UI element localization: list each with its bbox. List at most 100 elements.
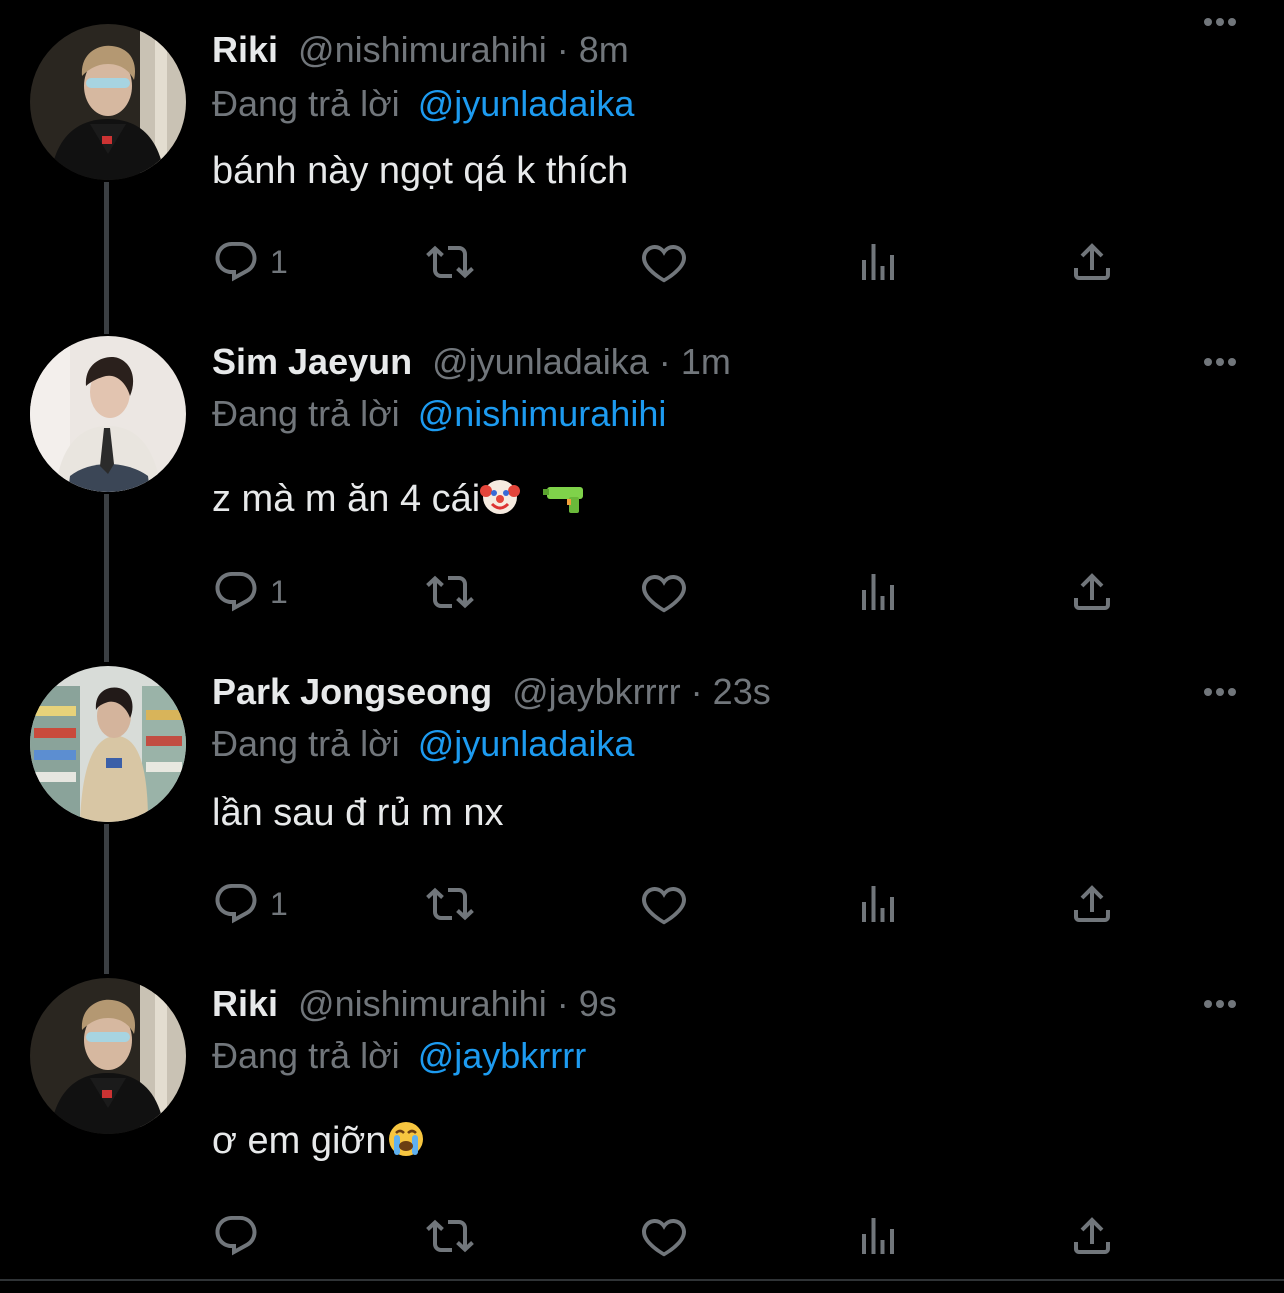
replying-to-label: Đang trả lời (212, 1035, 400, 1076)
reply-count: 1 (270, 573, 288, 610)
avatar[interactable] (30, 24, 186, 180)
like-button[interactable] (640, 236, 688, 288)
separator-dot: · (658, 341, 671, 382)
reply-icon (215, 572, 257, 612)
riki-avatar-image (30, 978, 186, 1134)
timestamp[interactable]: 9s (579, 983, 617, 1024)
like-button[interactable] (640, 566, 688, 618)
mention-link[interactable]: @jyunladaika (418, 83, 635, 124)
user-handle[interactable]: @nishimurahihi (298, 983, 547, 1024)
timestamp[interactable]: 1m (681, 341, 731, 382)
views-button[interactable] (854, 566, 902, 618)
tweet-text-container: z mà m ăn 4 cái (212, 476, 587, 528)
share-button[interactable] (1068, 236, 1116, 288)
views-button[interactable] (854, 878, 902, 930)
views-button[interactable] (854, 236, 902, 288)
reply-button[interactable]: 1 (212, 236, 288, 288)
tweet-header: Park Jongseong @jaybkrrrr · 23s (212, 670, 771, 714)
user-handle[interactable]: @nishimurahihi (298, 29, 547, 70)
retweet-button[interactable] (426, 566, 474, 618)
reply-button[interactable]: 1 (212, 566, 288, 618)
tweet[interactable]: Park Jongseong @jaybkrrrr · 23s Đang trả… (0, 664, 1284, 974)
replying-to: Đang trả lời @jyunladaika (212, 722, 634, 766)
water-pistol-icon (541, 477, 587, 528)
reply-count: 1 (270, 885, 288, 922)
tweet-text: ơ em giỡn (212, 1120, 387, 1162)
divider (0, 1279, 1284, 1281)
heart-icon (642, 574, 686, 613)
timestamp[interactable]: 8m (579, 29, 629, 70)
share-button[interactable] (1068, 566, 1116, 618)
action-bar: 1 (212, 236, 1132, 288)
more-options-icon[interactable] (1200, 10, 1240, 34)
retweet-icon (426, 575, 474, 609)
replying-to-label: Đang trả lời (212, 723, 400, 764)
tweet[interactable]: Riki @nishimurahihi · 9s Đang trả lời @j… (0, 978, 1284, 1278)
more-options-icon[interactable] (1200, 680, 1240, 704)
user-handle[interactable]: @jaybkrrrr (512, 671, 681, 712)
replying-to: Đang trả lời @jaybkrrrr (212, 1034, 586, 1078)
more-options-icon[interactable] (1200, 992, 1240, 1016)
action-bar (212, 1210, 1132, 1262)
riki-avatar-image (30, 24, 186, 180)
replying-to-label: Đang trả lời (212, 393, 400, 434)
jongseong-avatar-image (30, 666, 186, 822)
heart-icon (642, 886, 686, 925)
user-handle[interactable]: @jyunladaika (432, 341, 649, 382)
replying-to-label: Đang trả lời (212, 83, 400, 124)
tweet-text: bánh này ngọt qá k thích (212, 150, 629, 192)
retweet-icon (426, 245, 474, 279)
retweet-button[interactable] (426, 236, 474, 288)
share-icon (1074, 573, 1110, 610)
retweet-icon (426, 887, 474, 921)
share-icon (1074, 885, 1110, 922)
reply-icon (215, 1216, 257, 1256)
mention-link[interactable]: @jaybkrrrr (418, 1035, 587, 1076)
retweet-button[interactable] (426, 878, 474, 930)
reply-icon (215, 242, 257, 282)
separator-dot: · (556, 29, 569, 70)
avatar[interactable] (30, 336, 186, 492)
retweet-button[interactable] (426, 1210, 474, 1262)
tweet[interactable]: Sim Jaeyun @jyunladaika · 1m Đang trả lờ… (0, 334, 1284, 660)
loudly-crying-face-icon (386, 1119, 426, 1170)
mention-link[interactable]: @jyunladaika (418, 723, 635, 764)
analytics-icon (862, 1218, 894, 1254)
like-button[interactable] (640, 1210, 688, 1262)
display-name[interactable]: Park Jongseong (212, 671, 492, 712)
share-button[interactable] (1068, 1210, 1116, 1262)
tweet-header: Riki @nishimurahihi · 9s (212, 982, 617, 1026)
avatar[interactable] (30, 978, 186, 1134)
analytics-icon (862, 244, 894, 280)
heart-icon (642, 244, 686, 283)
display-name[interactable]: Riki (212, 983, 278, 1024)
share-button[interactable] (1068, 878, 1116, 930)
replying-to: Đang trả lời @nishimurahihi (212, 392, 666, 436)
tweet-text-container: ơ em giỡn (212, 1118, 426, 1170)
analytics-icon (862, 574, 894, 610)
more-options-icon[interactable] (1200, 350, 1240, 374)
separator-dot: · (690, 671, 703, 712)
heart-icon (642, 1218, 686, 1257)
tweet[interactable]: Riki @nishimurahihi · 8m Đang trả lời @j… (0, 0, 1284, 330)
display-name[interactable]: Sim Jaeyun (212, 341, 412, 382)
mention-link[interactable]: @nishimurahihi (418, 393, 667, 434)
tweet-header: Sim Jaeyun @jyunladaika · 1m (212, 340, 731, 384)
retweet-icon (426, 1219, 474, 1253)
reply-button[interactable] (212, 1210, 270, 1262)
like-button[interactable] (640, 878, 688, 930)
display-name[interactable]: Riki (212, 29, 278, 70)
share-icon (1074, 243, 1110, 280)
avatar[interactable] (30, 666, 186, 822)
tweet-text: z mà m ăn 4 cái (212, 478, 481, 520)
replying-to: Đang trả lời @jyunladaika (212, 82, 634, 126)
reply-icon (215, 884, 257, 924)
tweet-text: lần sau đ rủ m nx (212, 792, 504, 834)
tweet-header: Riki @nishimurahihi · 8m (212, 28, 629, 72)
timestamp[interactable]: 23s (713, 671, 771, 712)
reply-button[interactable]: 1 (212, 878, 288, 930)
views-button[interactable] (854, 1210, 902, 1262)
separator-dot: · (556, 983, 569, 1024)
reply-count: 1 (270, 243, 288, 280)
action-bar: 1 (212, 566, 1132, 618)
